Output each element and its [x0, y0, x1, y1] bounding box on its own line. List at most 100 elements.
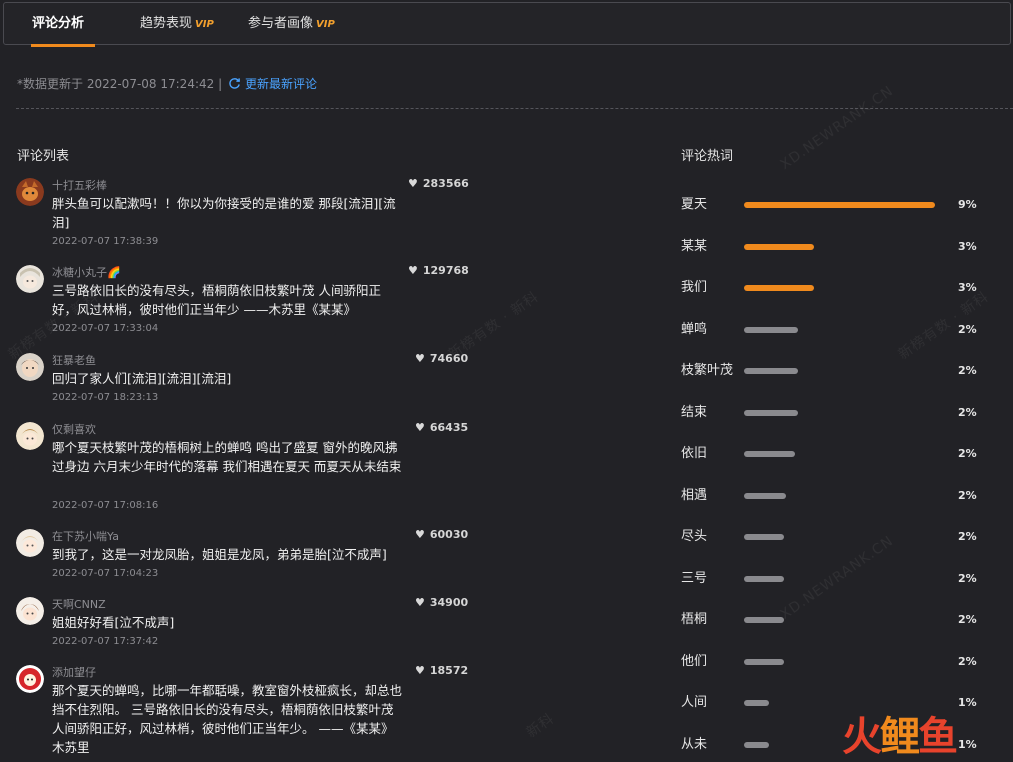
- avatar[interactable]: [16, 178, 44, 206]
- hot-word-label: 结束: [681, 404, 708, 420]
- avatar[interactable]: [16, 597, 44, 625]
- avatar[interactable]: [16, 529, 44, 557]
- comment-text: 那个夏天的蝉鸣，比哪一年都聒噪，教室窗外枝桠疯长，却总也挡不住烈阳。 三号路依旧…: [52, 683, 403, 755]
- hot-word-row: 他们 2%: [681, 652, 981, 672]
- heart-icon: ♥: [415, 421, 425, 434]
- tab-label: 参与者画像: [248, 16, 314, 31]
- tab-comment-analysis[interactable]: 评论分析: [32, 3, 84, 44]
- hot-word-row: 相遇 2%: [681, 486, 981, 506]
- avatar[interactable]: [16, 422, 44, 450]
- hot-word-bar: [744, 243, 814, 250]
- hot-word-row: 人间 1%: [681, 693, 981, 713]
- hot-word-bar: [744, 326, 798, 333]
- hot-word-percent: 2%: [958, 613, 977, 626]
- heart-icon: ♥: [415, 664, 425, 677]
- comment-username[interactable]: 狂暴老鱼: [52, 352, 96, 368]
- comment-username[interactable]: 冰糖小丸子🌈: [52, 264, 121, 280]
- hot-word-percent: 2%: [958, 488, 977, 502]
- hot-word-row: 某某 3%: [681, 237, 981, 257]
- hot-word-label: 枝繁叶茂: [681, 363, 734, 378]
- like-count: ♥ 283566: [408, 177, 469, 190]
- heart-icon: ♥: [408, 177, 418, 190]
- like-value: 66435: [429, 421, 469, 434]
- update-status: *数据更新于 2022-07-08 17:24:42 | 更新最新评论: [17, 75, 317, 92]
- hot-word-bar: [744, 368, 798, 374]
- hot-word-bar: [744, 617, 784, 623]
- like-value: 283566: [422, 177, 469, 190]
- hot-word-row: 枝繁叶茂 2%: [681, 361, 981, 381]
- heart-icon: ♥: [415, 596, 425, 609]
- comment-username[interactable]: 十打五彩棒: [52, 177, 107, 193]
- heart-icon: ♥: [415, 352, 425, 365]
- hot-word-label: 三号: [681, 570, 708, 586]
- comment-time: 2022-07-07 17:08:16: [52, 500, 159, 511]
- like-count: ♥ 18572: [415, 664, 468, 677]
- comment-list-title: 评论列表: [17, 149, 70, 164]
- watermark: 新榜有数 · 新科: [445, 288, 542, 363]
- refresh-comments-link[interactable]: 更新最新评论: [228, 77, 317, 91]
- like-value: 60030: [429, 528, 469, 541]
- hot-word-row: 我们 3%: [681, 278, 981, 298]
- hot-word-bar: [744, 202, 935, 208]
- hot-word-bar: [744, 492, 786, 499]
- tab-trend[interactable]: 趋势表现 VIP: [140, 3, 214, 44]
- logo: 火鲤鱼: [842, 714, 958, 760]
- watermark: 新科: [523, 710, 558, 741]
- hot-word-bar: [744, 534, 784, 540]
- comment-time: 2022-07-07 17:37:42: [52, 636, 159, 647]
- watermark: XD.NEWRANK.CN: [777, 82, 897, 174]
- hot-word-percent: 2%: [958, 405, 977, 419]
- heart-icon: ♥: [408, 264, 418, 277]
- hot-word-percent: 9%: [958, 198, 977, 211]
- hot-words-title: 评论热词: [681, 149, 734, 164]
- hot-word-row: 依旧 2%: [681, 444, 981, 464]
- like-value: 129768: [422, 264, 469, 277]
- hot-word-label: 从未: [681, 736, 708, 752]
- hot-word-percent: 1%: [958, 737, 977, 751]
- comment-time: 2022-07-07 18:23:13: [52, 392, 159, 403]
- hot-word-bar: [744, 575, 784, 582]
- like-count: ♥ 66435: [415, 421, 468, 434]
- hot-word-bar: [744, 658, 784, 665]
- like-count: ♥ 60030: [415, 528, 468, 541]
- comment-username[interactable]: 在下苏小喘Ya: [52, 528, 119, 544]
- refresh-label: 更新最新评论: [244, 77, 317, 91]
- hot-word-label: 相遇: [681, 487, 708, 503]
- avatar[interactable]: [16, 665, 44, 693]
- comment-username[interactable]: 仅剩喜欢: [52, 421, 96, 437]
- comment-text: 胖头鱼可以配漱吗！！你以为你接受的是谁的爱 那段[流泪][流泪]: [52, 196, 396, 230]
- comment-text: 到我了，这是一对龙凤胎，姐姐是龙凤，弟弟是胎[泣不成声]: [52, 547, 387, 562]
- hot-word-percent: 2%: [958, 364, 977, 377]
- update-time-text: *数据更新于 2022-07-08 17:24:42 |: [17, 77, 223, 91]
- avatar[interactable]: [16, 265, 44, 293]
- hot-word-bar: [744, 741, 769, 748]
- hot-word-label: 某某: [681, 238, 708, 254]
- heart-icon: ♥: [415, 528, 425, 541]
- hot-word-row: 结束 2%: [681, 403, 981, 423]
- hot-word-label: 人间: [681, 695, 708, 710]
- hot-word-percent: 2%: [958, 571, 977, 585]
- hot-word-label: 梧桐: [681, 612, 708, 627]
- hot-word-bar: [744, 409, 798, 416]
- hot-word-label: 尽头: [681, 529, 708, 544]
- hot-word-percent: 3%: [958, 239, 977, 253]
- hot-word-percent: 1%: [958, 696, 977, 709]
- comment-text: 三号路依旧长的没有尽头，梧桐荫依旧枝繁叶茂 人间骄阳正好，风过林梢，彼时他们正当…: [52, 283, 381, 317]
- hot-word-row: 夏天 9%: [681, 195, 981, 215]
- like-value: 18572: [429, 664, 469, 677]
- hot-word-label: 我们: [681, 280, 708, 295]
- hot-word-label: 夏天: [681, 197, 708, 212]
- tab-label: 趋势表现: [140, 16, 193, 31]
- refresh-icon: [229, 78, 240, 89]
- hot-word-row: 尽头 2%: [681, 527, 981, 547]
- comment-username[interactable]: 添加望仔: [52, 664, 96, 680]
- tab-participant-profile[interactable]: 参与者画像 VIP: [248, 3, 335, 44]
- comment-text: 哪个夏天枝繁叶茂的梧桐树上的蝉鸣 鸣出了盛夏 窗外的晚风拂过身边 六月末少年时代…: [52, 440, 402, 474]
- hot-word-bar: [744, 451, 795, 457]
- active-tab-indicator: [31, 44, 95, 47]
- hot-word-bar: [744, 285, 814, 291]
- comment-username[interactable]: 天啊CNNZ: [52, 596, 106, 612]
- hot-word-label: 他们: [681, 653, 708, 669]
- tab-label: 评论分析: [32, 16, 85, 31]
- vip-badge: VIP: [195, 19, 214, 30]
